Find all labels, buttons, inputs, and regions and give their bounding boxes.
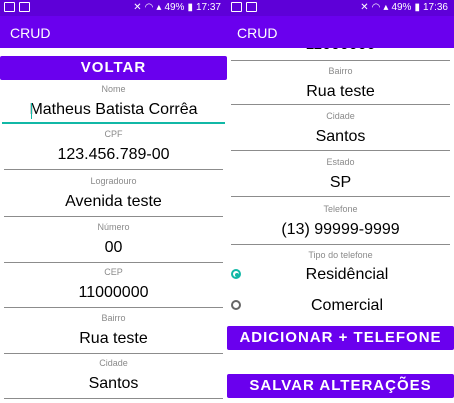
input-underline: [4, 353, 223, 354]
radio-checked-icon: [231, 269, 241, 279]
app-title: CRUD: [237, 25, 278, 41]
name-input[interactable]: Matheus Batista Corrêa: [0, 101, 227, 119]
field-label: Número: [97, 222, 130, 232]
input-underline: [231, 196, 450, 197]
image-notification-icon: [231, 2, 242, 12]
field-label: Cidade: [99, 358, 128, 368]
signal-icon: ▴: [383, 2, 389, 13]
input-underline: [4, 216, 223, 217]
status-bar: ✕ ◠ ▴ 49% ▮ 17:36: [227, 0, 454, 16]
city-input[interactable]: Santos: [227, 128, 454, 146]
image-notification-icon: [4, 2, 15, 12]
radio-label: Comercial: [310, 297, 383, 314]
neighborhood-input[interactable]: Rua teste: [227, 83, 454, 101]
app-bar: CRUD: [0, 16, 227, 48]
app-bar: CRUD: [227, 16, 454, 48]
field-label: Nome: [101, 84, 126, 94]
number-input[interactable]: 00: [0, 239, 227, 257]
battery-percent: 49%: [164, 2, 185, 13]
input-underline: [4, 398, 223, 399]
radio-label: Residêncial: [305, 266, 389, 283]
state-input[interactable]: SP: [227, 174, 454, 192]
message-notification-icon: [246, 2, 257, 12]
battery-icon: ▮: [414, 2, 420, 13]
radio-residential[interactable]: Residêncial: [227, 264, 454, 288]
mute-icon: ✕: [360, 2, 369, 13]
field-label: Estado: [326, 157, 355, 167]
input-underline: [231, 60, 450, 61]
message-notification-icon: [19, 2, 30, 12]
battery-percent: 49%: [391, 2, 412, 13]
status-bar: ✕ ◠ ▴ 49% ▮ 17:37: [0, 0, 227, 16]
field-label: Bairro: [328, 66, 353, 76]
clock: 17:36: [422, 2, 448, 13]
radio-unchecked-icon: [231, 300, 241, 310]
app-title: CRUD: [10, 25, 51, 41]
input-underline: [231, 150, 450, 151]
field-label: CPF: [104, 129, 123, 139]
cpf-input[interactable]: 123.456.789-00: [0, 146, 227, 164]
field-label: Bairro: [101, 313, 126, 323]
battery-icon: ▮: [187, 2, 193, 13]
signal-icon: ▴: [156, 2, 162, 13]
input-underline: [4, 169, 223, 170]
radio-commercial[interactable]: Comercial: [227, 295, 454, 319]
mute-icon: ✕: [133, 2, 142, 13]
text-cursor: [31, 103, 32, 119]
field-label: CEP: [104, 267, 123, 277]
save-changes-button[interactable]: SALVAR ALTERAÇÕES: [227, 374, 454, 398]
input-underline: [2, 122, 225, 124]
input-underline: [231, 104, 450, 105]
phone-input[interactable]: (13) 99999-9999: [227, 221, 454, 239]
input-underline: [231, 244, 450, 245]
phone-type-label: Tipo do telefone: [308, 250, 373, 260]
city-input[interactable]: Santos: [0, 375, 227, 393]
field-label: Logradouro: [90, 176, 137, 186]
field-label: Cidade: [326, 111, 355, 121]
edit-screen-bottom: ✕ ◠ ▴ 49% ▮ 17:36 11000000 CRUD Bairro R…: [227, 0, 454, 403]
neighborhood-input[interactable]: Rua teste: [0, 330, 227, 348]
input-underline: [4, 262, 223, 263]
wifi-icon: ◠: [371, 2, 381, 13]
edit-screen-top: ✕ ◠ ▴ 49% ▮ 17:37 CRUD VOLTAR Nome Mathe…: [0, 0, 227, 403]
street-input[interactable]: Avenida teste: [0, 193, 227, 211]
wifi-icon: ◠: [144, 2, 154, 13]
back-button[interactable]: VOLTAR: [0, 56, 227, 80]
input-underline: [4, 307, 223, 308]
cep-input[interactable]: 11000000: [0, 284, 227, 302]
clock: 17:37: [195, 2, 221, 13]
field-label: Telefone: [323, 204, 358, 214]
add-phone-button[interactable]: ADICIONAR + TELEFONE: [227, 326, 454, 350]
